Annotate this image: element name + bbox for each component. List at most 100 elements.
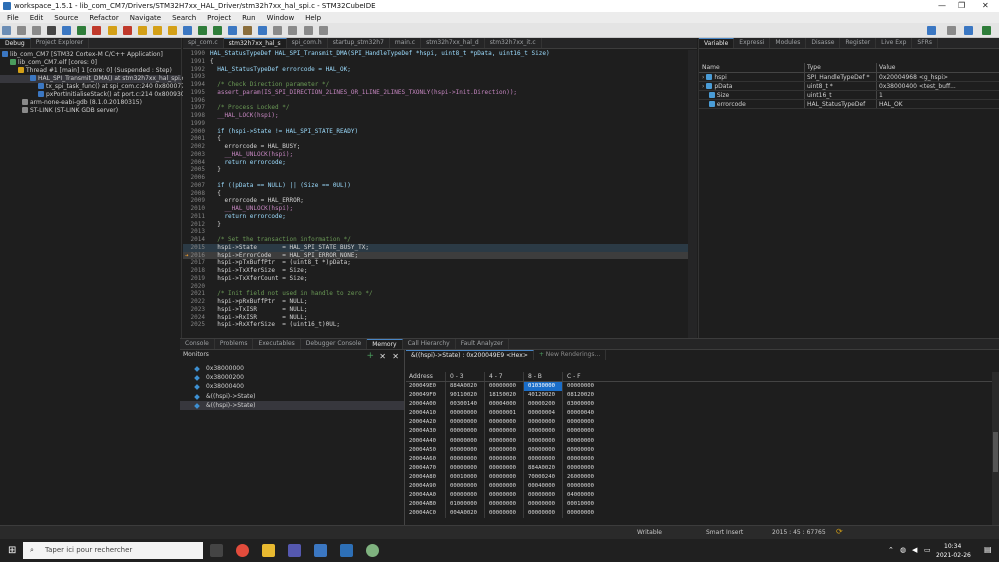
tree-elf[interactable]: lib_com_CM7.elf [cores: 0]: [0, 59, 181, 67]
line-number[interactable]: 2012: [183, 221, 205, 229]
memory-scrollbar[interactable]: [992, 372, 999, 526]
code-line[interactable]: 2003 __HAL_UNLOCK(hspi);: [183, 151, 688, 159]
tree-thread[interactable]: Thread #1 [main] 1 [core: 0] (Suspended …: [0, 67, 181, 75]
table-row[interactable]: 200049E0 884A0020 00000000 01030000 00000000: [406, 382, 999, 392]
line-number[interactable]: 1995: [183, 89, 205, 97]
line-number[interactable]: 2007: [183, 182, 205, 190]
sync-icon[interactable]: ⟳: [836, 527, 843, 536]
resume-icon[interactable]: [107, 26, 117, 35]
forward-icon[interactable]: [318, 26, 328, 35]
tab-hal-dma[interactable]: stm32h7xx_hal_d: [421, 38, 485, 48]
code-line[interactable]: 1992 HAL_StatusTypeDef errorcode = HAL_O…: [183, 66, 688, 74]
memory-cell[interactable]: 08120020: [562, 391, 601, 401]
line-number[interactable]: 2014: [183, 236, 205, 244]
var-value[interactable]: 0x20004968 <g_hspi>: [876, 73, 994, 81]
menu-run[interactable]: Run: [242, 14, 255, 22]
browser-icon[interactable]: [366, 544, 379, 557]
memory-cell[interactable]: 01030000: [523, 382, 562, 392]
memory-cell[interactable]: 00000000: [562, 445, 601, 455]
code-line[interactable]: 1993: [183, 73, 688, 81]
code-line[interactable]: 2008 {: [183, 190, 688, 198]
annotation-icon[interactable]: [288, 26, 298, 35]
menu-refactor[interactable]: Refactor: [89, 14, 118, 22]
line-number[interactable]: 2017: [183, 259, 205, 267]
memory-cell[interactable]: 00000000: [445, 427, 484, 437]
table-row[interactable]: 20004AC0 004A0020 00000000 00000000 00000000: [406, 509, 999, 519]
memory-cell[interactable]: 00010000: [445, 472, 484, 483]
memory-cell[interactable]: 00000000: [445, 436, 484, 446]
code-line[interactable]: 2006: [183, 174, 688, 182]
perspective-device-icon[interactable]: [982, 26, 991, 35]
code-line[interactable]: 2019 hspi->TxXferCount = Size;: [183, 275, 688, 283]
debug-icon[interactable]: [77, 26, 87, 35]
print-icon[interactable]: [47, 26, 57, 35]
table-row[interactable]: errorcode HAL_StatusTypeDef HAL_OK: [699, 100, 999, 109]
memory-cell[interactable]: 00040000: [523, 482, 562, 492]
tab-debugger-console[interactable]: Debugger Console: [301, 339, 368, 349]
line-number[interactable]: 2003: [183, 151, 205, 159]
line-number[interactable]: 2001: [183, 135, 205, 143]
memory-cell[interactable]: 00000000: [445, 482, 484, 492]
tab-expressions[interactable]: Expressi: [734, 38, 771, 48]
line-number[interactable]: 2019: [183, 275, 205, 283]
column-name[interactable]: Name: [699, 63, 804, 72]
menu-search[interactable]: Search: [172, 14, 196, 22]
table-row[interactable]: 20004A20 00000000 00000000 00000000 00000000: [406, 418, 999, 428]
memory-cell[interactable]: 00000000: [562, 427, 601, 437]
perspective-debug-icon[interactable]: [964, 26, 973, 35]
line-number[interactable]: 2006: [183, 174, 205, 182]
menu-project[interactable]: Project: [207, 14, 231, 22]
line-number[interactable]: 2000: [183, 128, 205, 136]
tab-live-expressions[interactable]: Live Exp: [876, 38, 913, 48]
remove-monitor-icon[interactable]: ✕: [379, 352, 386, 361]
menu-source[interactable]: Source: [54, 14, 78, 22]
monitor-item[interactable]: 0x38000000: [180, 364, 404, 373]
table-row[interactable]: 20004A60 00000000 00000000 00000000 00000000: [406, 454, 999, 464]
memory-cell[interactable]: 00000200: [523, 400, 562, 410]
expand-icon[interactable]: ›: [702, 74, 704, 81]
table-row[interactable]: 200049F0 90110020 18150020 40120020 08120020: [406, 391, 999, 401]
table-row[interactable]: 20004AB0 01000000 00000000 00000000 00010000: [406, 500, 999, 510]
table-row[interactable]: 20004A90 00000000 00000000 00040000 00000000: [406, 482, 999, 492]
volume-icon[interactable]: ◀: [912, 546, 917, 554]
tab-startup[interactable]: startup_stm32h7: [328, 38, 390, 48]
windows-start-icon[interactable]: ⊞: [8, 545, 16, 556]
expand-icon[interactable]: ›: [702, 83, 704, 90]
menu-help[interactable]: Help: [305, 14, 321, 22]
editor-overview-ruler[interactable]: [688, 50, 697, 338]
code-line[interactable]: 1997 /* Process Locked */: [183, 104, 688, 112]
tab-new-renderings[interactable]: + New Renderings...: [534, 350, 607, 360]
memory-cell[interactable]: 00000000: [484, 482, 523, 492]
memory-cell[interactable]: 00000000: [445, 445, 484, 455]
memory-cell[interactable]: 00000001: [484, 409, 523, 419]
line-number[interactable]: 2011: [183, 213, 205, 221]
memory-cell[interactable]: 00000000: [562, 482, 601, 492]
chrome-icon[interactable]: [236, 544, 249, 557]
code-line[interactable]: 2001 {: [183, 135, 688, 143]
line-number[interactable]: 1993: [183, 73, 205, 81]
line-number[interactable]: 2005: [183, 166, 205, 174]
search-toolbar-icon[interactable]: [258, 26, 268, 35]
code-line[interactable]: 2000 if (hspi->State != HAL_SPI_STATE_RE…: [183, 128, 688, 136]
line-number[interactable]: 2020: [183, 283, 205, 291]
line-number[interactable]: 2021: [183, 290, 205, 298]
perspective-cpp-icon[interactable]: [947, 26, 956, 35]
code-line[interactable]: 2009 errorcode = HAL_ERROR;: [183, 197, 688, 205]
line-number[interactable]: 2013: [183, 228, 205, 236]
line-number[interactable]: 2025: [183, 321, 205, 329]
ide-icon[interactable]: [314, 544, 327, 557]
memory-cell[interactable]: 40120020: [523, 391, 562, 401]
code-line[interactable]: 1996: [183, 97, 688, 105]
tab-variables[interactable]: Variable: [699, 38, 735, 48]
external-tools-icon[interactable]: [228, 26, 238, 35]
code-line[interactable]: 2010 __HAL_UNLOCK(hspi);: [183, 205, 688, 213]
memory-cell[interactable]: 00000000: [484, 472, 523, 483]
code-line[interactable]: 1999: [183, 120, 688, 128]
tab-disassembly[interactable]: Disasse: [806, 38, 841, 48]
memory-cell[interactable]: 00000000: [523, 454, 562, 464]
tab-call-hierarchy[interactable]: Call Hierarchy: [403, 339, 456, 349]
tree-gdb[interactable]: arm-none-eabi-gdb (8.1.0.20180315): [0, 99, 181, 107]
table-row[interactable]: 20004A40 00000000 00000000 00000000 00000000: [406, 436, 999, 446]
new-icon[interactable]: [2, 26, 11, 35]
line-number[interactable]: 2018: [183, 267, 205, 275]
